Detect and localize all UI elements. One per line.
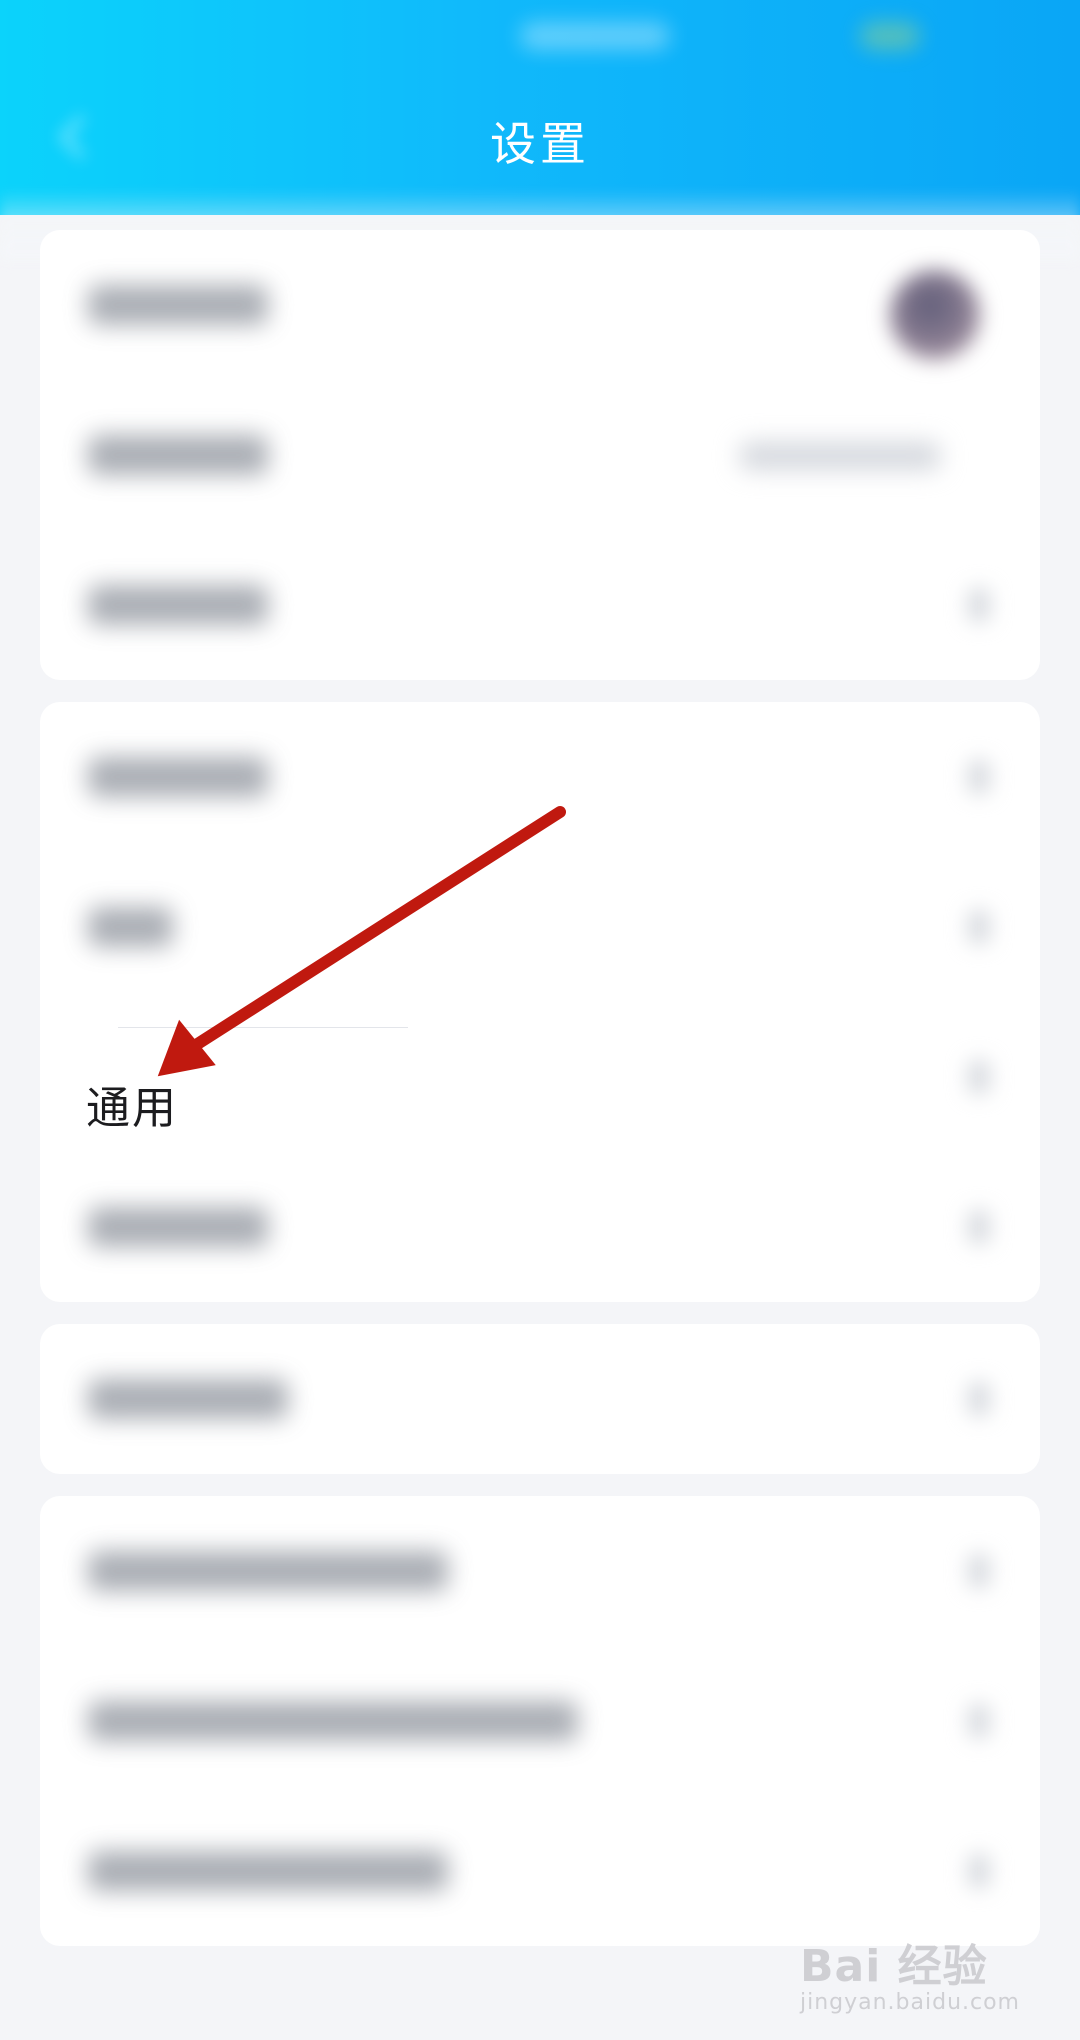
row-divider — [118, 1027, 408, 1028]
settings-row-about-3[interactable] — [40, 1796, 1040, 1946]
settings-screen: 设置 通用 Bai 经验 jingyan.baidu.com — [0, 0, 1080, 2040]
blurred-label — [88, 1207, 268, 1247]
settings-group-account — [40, 230, 1040, 680]
settings-group-preferences — [40, 702, 1040, 1302]
settings-row-storage[interactable] — [40, 1324, 1040, 1474]
avatar — [890, 270, 980, 360]
settings-row-about-1[interactable] — [40, 1496, 1040, 1646]
blurred-label — [88, 1851, 448, 1891]
blurred-label — [88, 757, 268, 797]
blurred-label — [88, 1551, 448, 1591]
chevron-right-icon — [968, 1854, 990, 1888]
settings-row-phone[interactable] — [40, 380, 1040, 530]
chevron-right-icon — [968, 1060, 990, 1094]
chevron-right-icon — [968, 910, 990, 944]
blurred-label — [88, 435, 268, 475]
settings-row-about-2[interactable] — [40, 1646, 1040, 1796]
page-title: 设置 — [490, 117, 590, 171]
status-bar — [0, 0, 1080, 70]
settings-row-account[interactable] — [40, 230, 1040, 380]
watermark-brand: Bai 经验 — [799, 1941, 988, 1992]
settings-row-general[interactable] — [40, 1002, 1040, 1152]
blurred-label — [88, 1701, 578, 1741]
watermark-url: jingyan.baidu.com — [799, 1990, 1020, 2015]
settings-group-about — [40, 1496, 1040, 1946]
blurred-label — [88, 907, 173, 947]
blurred-label — [88, 585, 268, 625]
blurred-label — [88, 1379, 288, 1419]
blurred-label — [88, 285, 268, 325]
baidu-jingyan-watermark: Bai 经验 jingyan.baidu.com — [800, 1930, 1020, 2015]
chevron-right-icon — [968, 760, 990, 794]
blurred-value — [740, 442, 940, 470]
settings-row-privacy[interactable] — [40, 852, 1040, 1002]
settings-list — [40, 230, 1040, 1968]
general-setting-label[interactable]: 通用 — [86, 1072, 178, 1136]
chevron-right-icon — [968, 1704, 990, 1738]
header-bar: 设置 — [0, 0, 1080, 215]
settings-group-storage — [40, 1324, 1040, 1474]
chevron-right-icon — [968, 1382, 990, 1416]
chevron-right-icon — [968, 1554, 990, 1588]
settings-row-auxiliary[interactable] — [40, 1152, 1040, 1302]
settings-row-security[interactable] — [40, 530, 1040, 680]
settings-row-notifications[interactable] — [40, 702, 1040, 852]
chevron-right-icon — [968, 1210, 990, 1244]
chevron-right-icon — [968, 588, 990, 622]
